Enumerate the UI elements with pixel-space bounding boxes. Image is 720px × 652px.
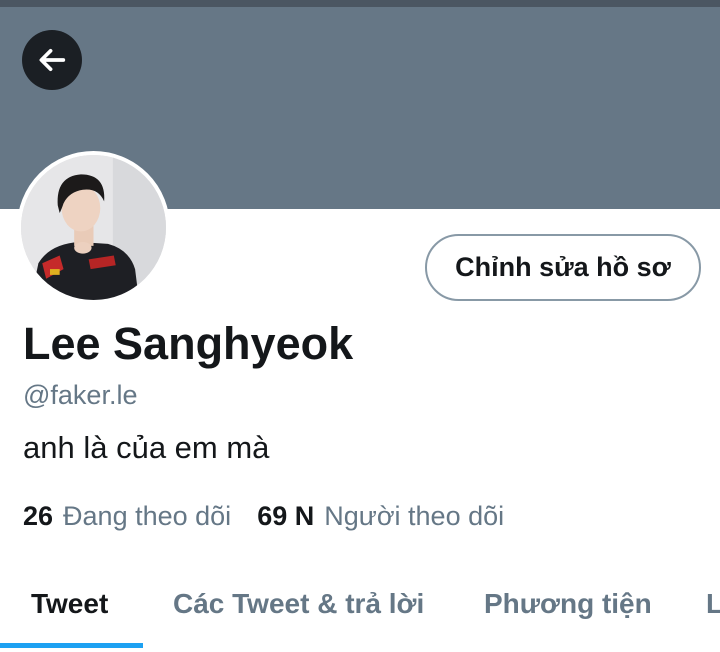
top-strip <box>0 0 720 7</box>
followers-label: Người theo dõi <box>324 501 505 531</box>
profile-handle: @faker.le <box>23 380 138 410</box>
profile-bio: anh là của em mà <box>23 430 270 465</box>
followers-count: 69 N <box>257 501 315 531</box>
follow-stats: 26 Đang theo dõi 69 N Người theo dõi <box>23 501 504 532</box>
tab-media[interactable]: Phương tiện <box>484 565 652 643</box>
following-count: 26 <box>23 501 54 531</box>
following-link[interactable]: 26 Đang theo dõi <box>23 501 231 532</box>
profile-tabs: Tweet Các Tweet & trả lời Phương tiện L <box>0 565 720 652</box>
followers-link[interactable]: 69 N Người theo dõi <box>257 501 504 532</box>
following-label: Đang theo dõi <box>63 501 232 531</box>
tab-tweets[interactable]: Tweet <box>31 565 108 643</box>
active-tab-indicator <box>0 643 143 648</box>
display-name: Lee Sanghyeok <box>23 318 354 369</box>
tab-likes[interactable]: L <box>706 565 720 643</box>
edit-profile-button[interactable]: Chỉnh sửa hồ sơ <box>425 234 701 301</box>
arrow-left-icon <box>39 48 66 72</box>
avatar[interactable] <box>17 151 170 304</box>
tab-tweets-replies[interactable]: Các Tweet & trả lời <box>173 565 424 643</box>
back-button[interactable] <box>22 30 82 90</box>
avatar-image <box>21 155 166 300</box>
